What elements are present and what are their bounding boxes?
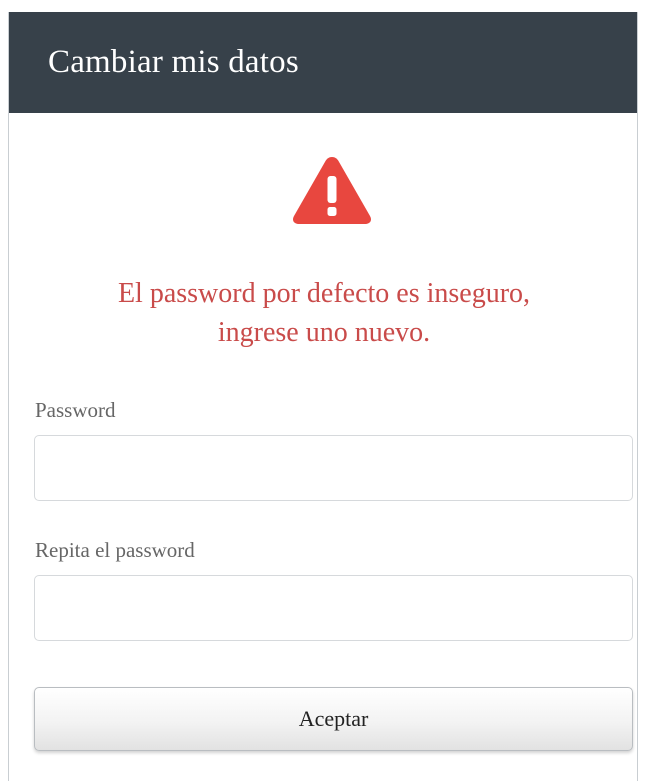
change-data-panel: Cambiar mis datos El password por defect…: [8, 12, 638, 781]
password-label: Password: [35, 398, 116, 422]
accept-button[interactable]: Aceptar: [34, 687, 633, 751]
warning-triangle-icon: [293, 157, 371, 224]
warning-message: El password por defecto es inseguro, ingr…: [117, 278, 531, 348]
page-title: Cambiar mis datos: [48, 44, 299, 80]
repeat-password-input[interactable]: [34, 575, 633, 641]
repeat-password-label: Repita el password: [35, 538, 195, 562]
password-input[interactable]: [34, 435, 633, 501]
panel-header: Cambiar mis datos: [9, 12, 637, 113]
